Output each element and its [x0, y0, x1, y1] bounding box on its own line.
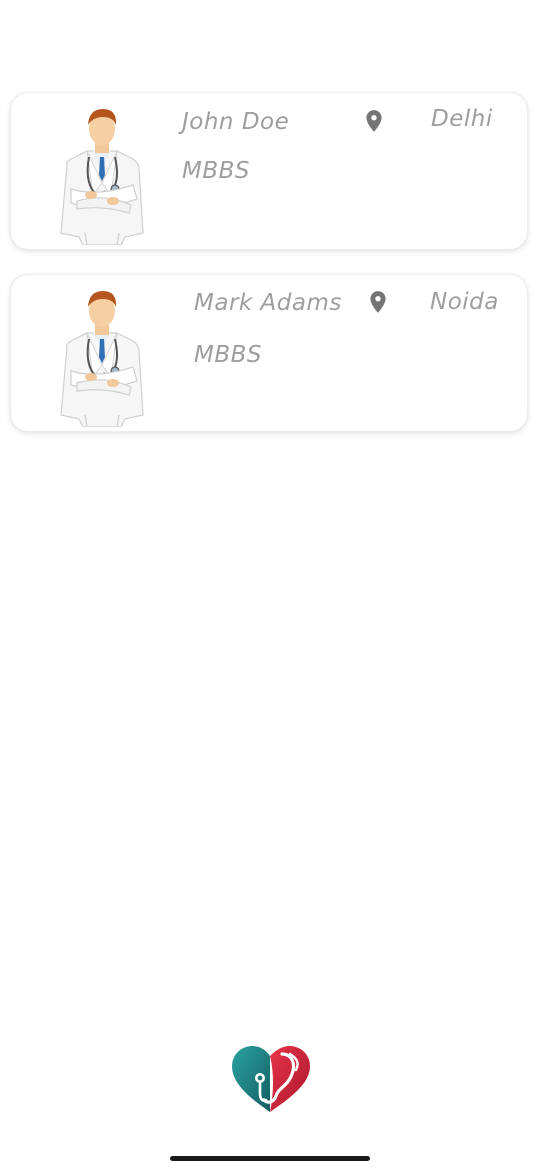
- map-pin-icon: [370, 291, 386, 313]
- doctor-card[interactable]: Mark Adams MBBS Noida: [10, 274, 528, 432]
- map-pin-icon: [366, 110, 382, 132]
- doctor-avatar-icon: [60, 109, 144, 245]
- doctor-degree: MBBS: [194, 342, 263, 368]
- doctor-name: Mark Adams: [194, 290, 342, 316]
- home-indicator: [170, 1156, 370, 1161]
- doctor-degree: MBBS: [182, 158, 251, 184]
- doctor-city: Noida: [430, 289, 499, 315]
- doctor-avatar-icon: [60, 291, 144, 427]
- doctor-city: Delhi: [431, 106, 493, 132]
- doctor-name: John Doe: [182, 109, 290, 135]
- doctor-card[interactable]: John Doe MBBS Delhi: [10, 92, 528, 250]
- heart-stethoscope-logo: [232, 1046, 310, 1112]
